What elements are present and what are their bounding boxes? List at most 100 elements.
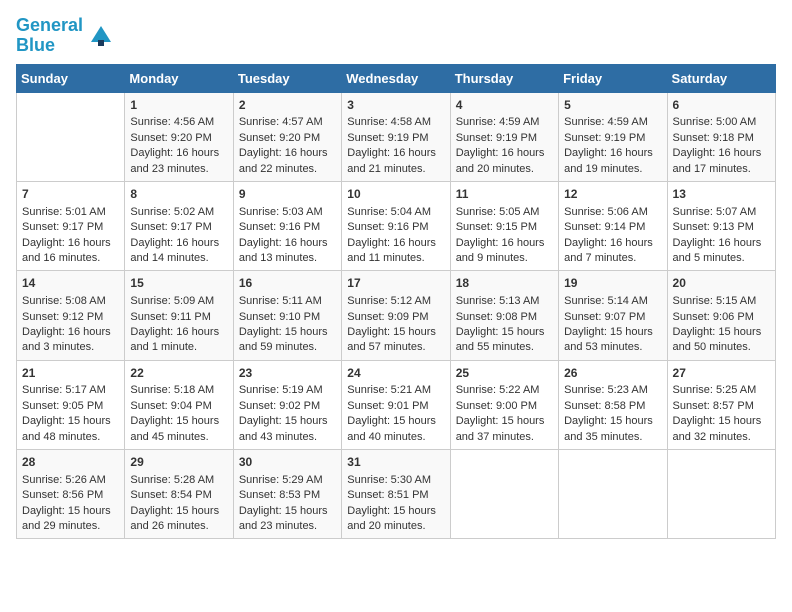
day-content-line: and 5 minutes.: [673, 251, 770, 266]
day-content-line: and 57 minutes.: [347, 340, 444, 355]
calendar-cell: 7Sunrise: 5:01 AMSunset: 9:17 PMDaylight…: [17, 181, 125, 270]
day-content-line: Daylight: 15 hours: [564, 414, 661, 429]
day-content-line: and 22 minutes.: [239, 162, 336, 177]
day-content-line: Daylight: 15 hours: [130, 414, 227, 429]
day-content-line: Daylight: 15 hours: [22, 504, 119, 519]
calendar-cell: 27Sunrise: 5:25 AMSunset: 8:57 PMDayligh…: [667, 360, 775, 449]
day-number: 12: [564, 186, 661, 203]
day-content-line: Sunrise: 5:29 AM: [239, 473, 336, 488]
day-content-line: and 1 minute.: [130, 340, 227, 355]
day-content-line: Daylight: 16 hours: [239, 236, 336, 251]
day-number: 8: [130, 186, 227, 203]
day-content-line: Daylight: 16 hours: [673, 146, 770, 161]
calendar-cell: 4Sunrise: 4:59 AMSunset: 9:19 PMDaylight…: [450, 92, 558, 181]
calendar-cell: 12 Sunrise: 5:06 AMSunset: 9:14 PMDayligh…: [559, 181, 667, 270]
day-number: 6: [673, 97, 770, 114]
day-content-line: Sunset: 9:11 PM: [130, 310, 227, 325]
day-header-friday: Friday: [559, 64, 667, 92]
day-content-line: Daylight: 15 hours: [456, 325, 553, 340]
day-content-line: Sunrise: 4:59 AM: [564, 115, 661, 130]
day-content-line: Sunset: 8:54 PM: [130, 488, 227, 503]
calendar-cell: 8Sunrise: 5:02 AMSunset: 9:17 PMDaylight…: [125, 181, 233, 270]
day-number: 22: [130, 365, 227, 382]
day-number: 14: [22, 275, 119, 292]
day-content-line: and 21 minutes.: [347, 162, 444, 177]
day-content-line: Daylight: 16 hours: [673, 236, 770, 251]
day-content-line: Sunrise: 5:30 AM: [347, 473, 444, 488]
day-content-line: Sunset: 9:08 PM: [456, 310, 553, 325]
day-content-line: Sunrise: 5:08 AM: [22, 294, 119, 309]
day-number: 31: [347, 454, 444, 471]
calendar-cell: 6Sunrise: 5:00 AMSunset: 9:18 PMDaylight…: [667, 92, 775, 181]
calendar-cell: 5Sunrise: 4:59 AMSunset: 9:19 PMDaylight…: [559, 92, 667, 181]
day-content-line: Sunrise: 4:56 AM: [130, 115, 227, 130]
day-content-line: and 32 minutes.: [673, 430, 770, 445]
day-content-line: Daylight: 16 hours: [564, 236, 661, 251]
day-content-line: Daylight: 16 hours: [22, 325, 119, 340]
day-content-line: and 11 minutes.: [347, 251, 444, 266]
day-content-line: Sunset: 9:01 PM: [347, 399, 444, 414]
day-content-line: Sunrise: 4:59 AM: [456, 115, 553, 130]
day-content-line: Daylight: 16 hours: [239, 146, 336, 161]
calendar-cell: 26Sunrise: 5:23 AMSunset: 8:58 PMDayligh…: [559, 360, 667, 449]
logo-icon: [87, 22, 115, 50]
page-header: General Blue: [16, 16, 776, 56]
day-header-sunday: Sunday: [17, 64, 125, 92]
day-content-line: and 17 minutes.: [673, 162, 770, 177]
day-number: 16: [239, 275, 336, 292]
day-number: 10: [347, 186, 444, 203]
day-number: 9: [239, 186, 336, 203]
day-content-line: Sunset: 8:58 PM: [564, 399, 661, 414]
day-number: 24: [347, 365, 444, 382]
calendar-cell: 1Sunrise: 4:56 AMSunset: 9:20 PMDaylight…: [125, 92, 233, 181]
day-number: 27: [673, 365, 770, 382]
week-row-3: 14Sunrise: 5:08 AMSunset: 9:12 PMDayligh…: [17, 271, 776, 360]
day-content-line: Sunset: 8:51 PM: [347, 488, 444, 503]
calendar-table: SundayMondayTuesdayWednesdayThursdayFrid…: [16, 64, 776, 540]
day-content-line: Daylight: 15 hours: [347, 414, 444, 429]
day-content-line: Sunrise: 5:23 AM: [564, 383, 661, 398]
day-content-line: Daylight: 16 hours: [347, 146, 444, 161]
day-number: 1: [130, 97, 227, 114]
day-content-line: and 59 minutes.: [239, 340, 336, 355]
day-content-line: Daylight: 15 hours: [130, 504, 227, 519]
day-content-line: Sunrise: 5:05 AM: [456, 205, 553, 220]
day-number: 29: [130, 454, 227, 471]
calendar-cell: 14Sunrise: 5:08 AMSunset: 9:12 PMDayligh…: [17, 271, 125, 360]
day-content-line: Sunrise: 5:00 AM: [673, 115, 770, 130]
day-content-line: Sunrise: 5:15 AM: [673, 294, 770, 309]
day-content-line: and 26 minutes.: [130, 519, 227, 534]
day-content-line: Sunset: 9:00 PM: [456, 399, 553, 414]
day-content-line: Sunrise: 5:22 AM: [456, 383, 553, 398]
day-header-wednesday: Wednesday: [342, 64, 450, 92]
day-content-line: Sunset: 9:18 PM: [673, 131, 770, 146]
day-content-line: Sunset: 9:20 PM: [130, 131, 227, 146]
day-content-line: Daylight: 16 hours: [456, 236, 553, 251]
day-content-line: Sunset: 9:15 PM: [456, 220, 553, 235]
day-content-line: Daylight: 16 hours: [130, 146, 227, 161]
day-content-line: Sunset: 9:14 PM: [564, 220, 661, 235]
day-content-line: Sunrise: 5:02 AM: [130, 205, 227, 220]
day-number: 21: [22, 365, 119, 382]
calendar-cell: [559, 450, 667, 539]
day-content-line: Sunrise: 5:06 AM: [564, 205, 661, 220]
calendar-cell: 10Sunrise: 5:04 AMSunset: 9:16 PMDayligh…: [342, 181, 450, 270]
day-content-line: Sunrise: 4:58 AM: [347, 115, 444, 130]
calendar-cell: [450, 450, 558, 539]
calendar-cell: 21Sunrise: 5:17 AMSunset: 9:05 PMDayligh…: [17, 360, 125, 449]
day-number: 15: [130, 275, 227, 292]
calendar-cell: 25Sunrise: 5:22 AMSunset: 9:00 PMDayligh…: [450, 360, 558, 449]
calendar-cell: 28Sunrise: 5:26 AMSunset: 8:56 PMDayligh…: [17, 450, 125, 539]
day-number: 30: [239, 454, 336, 471]
logo-text: General Blue: [16, 16, 83, 56]
calendar-cell: 24Sunrise: 5:21 AMSunset: 9:01 PMDayligh…: [342, 360, 450, 449]
day-content-line: Sunset: 9:13 PM: [673, 220, 770, 235]
week-row-4: 21Sunrise: 5:17 AMSunset: 9:05 PMDayligh…: [17, 360, 776, 449]
calendar-cell: [17, 92, 125, 181]
week-row-2: 7Sunrise: 5:01 AMSunset: 9:17 PMDaylight…: [17, 181, 776, 270]
day-content-line: and 35 minutes.: [564, 430, 661, 445]
calendar-cell: 20Sunrise: 5:15 AMSunset: 9:06 PMDayligh…: [667, 271, 775, 360]
day-number: 18: [456, 275, 553, 292]
calendar-cell: 11Sunrise: 5:05 AMSunset: 9:15 PMDayligh…: [450, 181, 558, 270]
day-content-line: Sunrise: 4:57 AM: [239, 115, 336, 130]
